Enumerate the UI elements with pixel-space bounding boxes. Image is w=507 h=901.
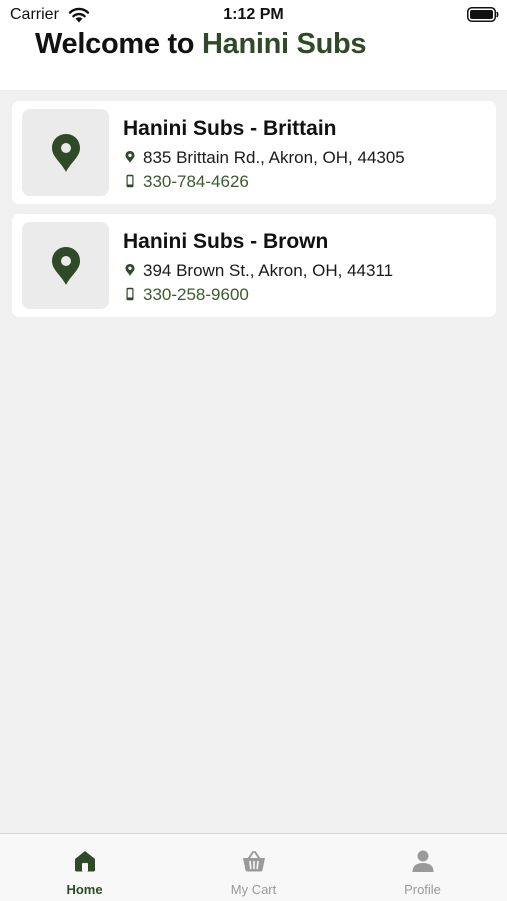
battery-icon xyxy=(467,7,499,22)
store-thumbnail xyxy=(22,222,109,309)
title-brand: Hanini Subs xyxy=(201,28,367,60)
store-list: Hanini Subs - Brittain 835 Brittain Rd.,… xyxy=(12,101,496,327)
tab-bar: Home My Cart Profile xyxy=(0,833,507,901)
tab-my-cart[interactable]: My Cart xyxy=(169,834,338,901)
tab-home[interactable]: Home xyxy=(0,834,169,901)
tab-home-label: Home xyxy=(66,882,103,897)
location-pin-icon xyxy=(125,151,135,163)
person-icon xyxy=(412,850,434,872)
store-address-text: 394 Brown St., Akron, OH, 44311 xyxy=(143,261,394,280)
tab-profile-label: Profile xyxy=(404,882,441,897)
map-pin-icon xyxy=(52,247,80,285)
store-card-brown[interactable]: Hanini Subs - Brown 394 Brown St., Akron… xyxy=(12,214,496,317)
home-icon xyxy=(75,851,95,872)
store-phone[interactable]: 330-784-4626 xyxy=(123,172,249,192)
top-header: Carrier 1:12 PM Welcome to Hanini Subs xyxy=(0,0,507,90)
store-thumbnail xyxy=(22,109,109,196)
status-bar: Carrier 1:12 PM xyxy=(0,0,507,30)
store-address: 394 Brown St., Akron, OH, 44311 xyxy=(123,261,393,281)
store-phone[interactable]: 330-258-9600 xyxy=(123,285,249,305)
tab-profile[interactable]: Profile xyxy=(338,834,507,901)
title-prefix: Welcome to xyxy=(35,28,202,60)
store-address-text: 835 Brittain Rd., Akron, OH, 44305 xyxy=(143,148,405,167)
store-name: Hanini Subs - Brittain xyxy=(123,117,337,140)
store-card-brittain[interactable]: Hanini Subs - Brittain 835 Brittain Rd.,… xyxy=(12,101,496,204)
store-name: Hanini Subs - Brown xyxy=(123,230,329,253)
location-pin-icon xyxy=(125,264,135,276)
phone-icon xyxy=(126,174,134,188)
tab-my-cart-label: My Cart xyxy=(230,882,277,897)
store-address: 835 Brittain Rd., Akron, OH, 44305 xyxy=(123,148,405,168)
map-pin-icon xyxy=(52,134,80,172)
store-phone-text: 330-784-4626 xyxy=(143,172,249,191)
page-title: Welcome to Hanini Subs xyxy=(35,28,367,61)
phone-icon xyxy=(126,287,134,301)
clock-time: 1:12 PM xyxy=(223,6,284,23)
basket-icon xyxy=(243,851,265,872)
store-phone-text: 330-258-9600 xyxy=(143,285,249,304)
